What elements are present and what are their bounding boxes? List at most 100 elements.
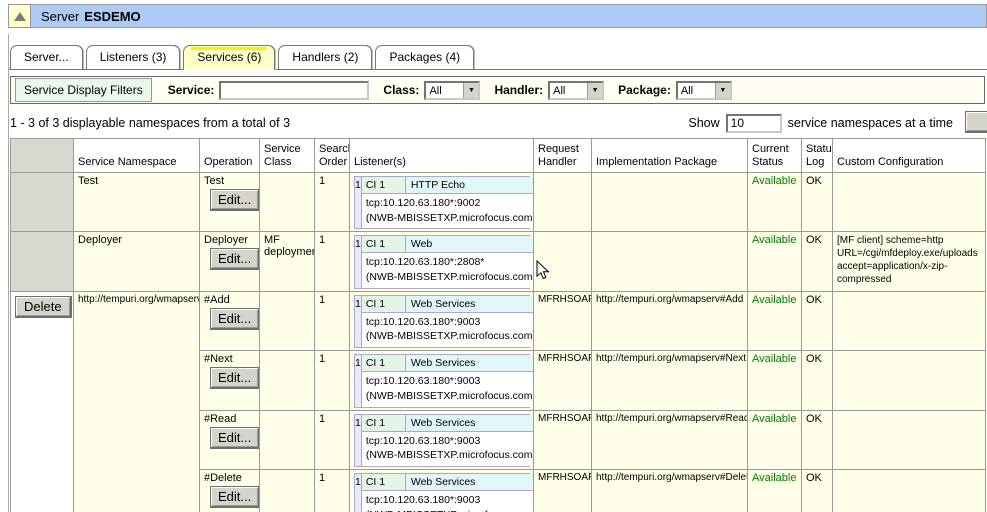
operation-cell: Deployer Edit... — [200, 232, 260, 291]
service-class-cell — [260, 291, 315, 350]
status-log-cell: OK — [802, 410, 833, 469]
tab-bar: Server... Listeners (3) Services (6) Han… — [8, 44, 987, 70]
listener-address: tcp:10.120.63.180*:9003 — [366, 315, 534, 330]
listener-type: Web Services — [406, 474, 534, 490]
operation-name: #Add — [204, 294, 255, 306]
show-count-input[interactable] — [726, 114, 782, 133]
operation-name: #Next — [204, 353, 255, 365]
custom-config-cell — [833, 173, 986, 232]
custom-config-cell — [833, 291, 986, 350]
operation-cell: #Add Edit... — [200, 291, 260, 350]
operation-cell: #Next Edit... — [200, 351, 260, 410]
header-row: Service Namespace Operation Service Clas… — [11, 139, 986, 173]
listener-cell: 1 CI 1 HTTP Echo tcp:10.120.63.180*:9002… — [350, 173, 534, 232]
request-handler-cell: MFRHSOAP — [534, 291, 592, 350]
tab-label: Server... — [24, 50, 69, 64]
listener-host: (NWB-MBISSETXP.microfocus.com) — [366, 448, 534, 463]
header-status-log: Status Log — [802, 139, 833, 173]
listener-cell: 1 CI 1 Web Services tcp:10.120.63.180*:9… — [350, 469, 534, 512]
tab-label: Listeners (3) — [100, 50, 167, 64]
listener-host: (NWB-MBISSETXP.microfocus.com) — [366, 211, 534, 226]
header-operation: Operation — [200, 139, 260, 173]
listener-index: 1 — [355, 296, 362, 347]
dropdown-arrow-icon: ▼ — [715, 83, 730, 98]
tab-server[interactable]: Server... — [10, 45, 83, 69]
listener-address: tcp:10.120.63.180*:2808* — [366, 255, 534, 270]
header-current-status: Current Status — [748, 139, 802, 173]
handler-filter-select[interactable]: All ▼ — [548, 81, 604, 100]
status-log-cell: OK — [802, 291, 833, 350]
edit-button[interactable]: Edit... — [210, 486, 260, 508]
status-cell: Available — [748, 351, 802, 410]
tab-handlers[interactable]: Handlers (2) — [278, 45, 372, 69]
listener-type: Web Services — [406, 296, 534, 312]
implementation-cell — [592, 232, 748, 291]
handler-filter-label: Handler: — [494, 83, 543, 97]
class-filter-select[interactable]: All ▼ — [424, 81, 480, 100]
server-title-bar: Server ESDEMO — [8, 4, 987, 28]
dropdown-arrow-icon: ▼ — [587, 83, 602, 98]
listener-conversation: CI 1 — [362, 355, 406, 371]
edit-button[interactable]: Edit... — [210, 427, 260, 449]
package-filter-select[interactable]: All ▼ — [676, 81, 732, 100]
next-page-button[interactable] — [965, 111, 987, 133]
search-order-cell: 1 — [315, 173, 350, 232]
implementation-cell: http://tempuri.org/wmapserv#Delete — [592, 469, 748, 512]
operation-cell: #Read Edit... — [200, 410, 260, 469]
edit-button[interactable]: Edit... — [210, 248, 260, 270]
listener-box: 1 CI 1 Web Services tcp:10.120.63.180*:9… — [354, 414, 530, 467]
server-label: Server — [41, 9, 79, 24]
search-order-cell: 1 — [315, 291, 350, 350]
listener-conversation: CI 1 — [362, 236, 406, 252]
implementation-cell: http://tempuri.org/wmapserv#Add — [592, 291, 748, 350]
service-class-cell — [260, 469, 315, 512]
implementation-cell: http://tempuri.org/wmapserv#Next — [592, 351, 748, 410]
listener-conversation: CI 1 — [362, 474, 406, 490]
edit-button[interactable]: Edit... — [210, 189, 260, 211]
service-filter-input[interactable] — [219, 81, 369, 100]
search-order-cell: 1 — [315, 232, 350, 291]
show-count-group: Show service namespaces at a time — [688, 114, 953, 133]
namespace-cell: Deployer — [74, 232, 200, 291]
listener-index: 1 — [355, 415, 362, 466]
status-cell: Available — [748, 291, 802, 350]
tab-listeners[interactable]: Listeners (3) — [86, 45, 181, 69]
custom-config-cell — [833, 410, 986, 469]
table-row: Test Test Edit... 1 1 CI 1 HTTP Echo tcp… — [11, 173, 986, 232]
listener-box: 1 CI 1 Web Services tcp:10.120.63.180*:9… — [354, 354, 530, 407]
collapse-button[interactable] — [8, 4, 31, 28]
listener-address: tcp:10.120.63.180*:9002 — [366, 196, 534, 211]
tab-services[interactable]: Services (6) — [183, 45, 275, 70]
operation-name: Deployer — [204, 234, 255, 246]
edit-button[interactable]: Edit... — [210, 367, 260, 389]
status-log-cell: OK — [802, 232, 833, 291]
listener-host: (NWB-MBISSETXP.microfocus.com) — [366, 508, 534, 512]
tab-label: Services (6) — [197, 50, 261, 64]
request-handler-cell: MFRHSOAP — [534, 469, 592, 512]
header-request-handler: Request Handler — [534, 139, 592, 173]
listener-type: Web Services — [406, 355, 534, 371]
tab-packages[interactable]: Packages (4) — [375, 45, 474, 69]
class-filter-label: Class: — [383, 83, 419, 97]
listener-cell: 1 CI 1 Web Services tcp:10.120.63.180*:9… — [350, 291, 534, 350]
status-cell: Available — [748, 232, 802, 291]
listener-box: 1 CI 1 HTTP Echo tcp:10.120.63.180*:9002… — [354, 176, 530, 229]
edit-button[interactable]: Edit... — [210, 308, 260, 330]
operation-name: #Delete — [204, 472, 255, 484]
listener-conversation: CI 1 — [362, 177, 406, 193]
header-implementation-package: Implementation Package — [592, 139, 748, 173]
namespace-cell: Test — [74, 173, 200, 232]
listener-box: 1 CI 1 Web tcp:10.120.63.180*:2808* (NWB… — [354, 235, 530, 288]
listener-cell: 1 CI 1 Web Services tcp:10.120.63.180*:9… — [350, 351, 534, 410]
delete-button[interactable]: Delete — [15, 296, 72, 318]
listener-cell: 1 CI 1 Web tcp:10.120.63.180*:2808* (NWB… — [350, 232, 534, 291]
listener-index: 1 — [355, 177, 362, 228]
status-log-cell: OK — [802, 351, 833, 410]
service-class-cell: MF deployment — [260, 232, 315, 291]
listener-cell: 1 CI 1 Web Services tcp:10.120.63.180*:9… — [350, 410, 534, 469]
show-suffix-label: service namespaces at a time — [788, 116, 953, 130]
tab-label: Handlers (2) — [292, 50, 358, 64]
status-cell: Available — [748, 410, 802, 469]
listener-type: Web Services — [406, 415, 534, 431]
table-row: Delete http://tempuri.org/wmapserv #Add … — [11, 291, 986, 350]
